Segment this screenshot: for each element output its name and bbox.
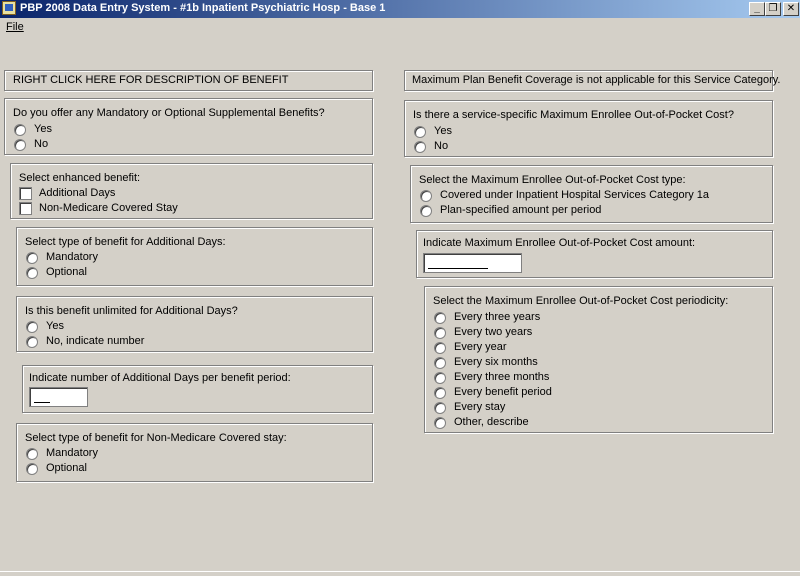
checkbox-icon (19, 187, 32, 200)
option-label: No (434, 140, 449, 152)
option-label: Every benefit period (454, 386, 552, 398)
input-underline (428, 268, 488, 269)
radio-icon (434, 327, 446, 339)
oop-type-question: Select the Maximum Enrollee Out-of-Pocke… (419, 174, 686, 186)
oop-periodicity-question: Select the Maximum Enrollee Out-of-Pocke… (433, 295, 729, 307)
option-label: Every three months (454, 371, 550, 383)
additional-days-number-input[interactable] (29, 387, 88, 407)
radio-icon (26, 336, 38, 348)
unlimited-question: Is this benefit unlimited for Additional… (25, 305, 238, 317)
option-label: Every two years (454, 326, 533, 338)
additional-days-type-question: Select type of benefit for Additional Da… (25, 236, 226, 248)
option-label: No (34, 138, 49, 150)
oop-periodicity-group: Select the Maximum Enrollee Out-of-Pocke… (424, 286, 773, 433)
title-bar: PBP 2008 Data Entry System - #1b Inpatie… (0, 0, 800, 18)
radio-icon (26, 448, 38, 460)
option-label: Every year (454, 341, 507, 353)
radio-icon (414, 126, 426, 138)
option-label: Yes (434, 125, 452, 137)
menu-bar: File (0, 18, 800, 36)
option-label: Optional (46, 462, 87, 474)
radio-icon (434, 342, 446, 354)
radio-icon (434, 402, 446, 414)
input-underline (34, 402, 50, 403)
radio-icon (420, 205, 432, 217)
checkbox-icon (19, 202, 32, 215)
enhanced-question: Select enhanced benefit: (19, 172, 141, 184)
additional-days-type-group: Select type of benefit for Additional Da… (16, 227, 373, 286)
radio-icon (434, 372, 446, 384)
radio-icon (434, 387, 446, 399)
radio-icon (14, 139, 26, 151)
window-bottom-edge (0, 571, 800, 572)
option-label: Additional Days (39, 187, 116, 199)
radio-icon (434, 357, 446, 369)
additional-days-number-question: Indicate number of Additional Days per b… (29, 372, 291, 384)
option-label: Mandatory (46, 447, 98, 459)
supplemental-benefits-group: Do you offer any Mandatory or Optional S… (4, 98, 373, 155)
oop-amount-group: Indicate Maximum Enrollee Out-of-Pocket … (416, 230, 773, 278)
menu-file[interactable]: File (6, 21, 24, 33)
menu-file-label: File (6, 21, 24, 33)
radio-icon (434, 312, 446, 324)
oop-specific-group: Is there a service-specific Maximum Enro… (404, 100, 773, 157)
radio-icon (414, 141, 426, 153)
supplemental-question: Do you offer any Mandatory or Optional S… (13, 107, 325, 119)
oop-amount-input[interactable] (423, 253, 522, 273)
radio-icon (14, 124, 26, 136)
option-label: Other, describe (454, 416, 529, 428)
radio-icon (26, 321, 38, 333)
option-label: No, indicate number (46, 335, 145, 347)
option-label: Optional (46, 266, 87, 278)
radio-icon (26, 252, 38, 264)
option-label: Yes (34, 123, 52, 135)
option-label: Covered under Inpatient Hospital Service… (440, 189, 710, 201)
window-title: PBP 2008 Data Entry System - #1b Inpatie… (20, 2, 386, 14)
option-label: Mandatory (46, 251, 98, 263)
description-banner-label: RIGHT CLICK HERE FOR DESCRIPTION OF BENE… (13, 74, 289, 86)
radio-icon (420, 190, 432, 202)
radio-icon (434, 417, 446, 429)
oop-amount-question: Indicate Maximum Enrollee Out-of-Pocket … (423, 237, 696, 249)
minimize-button[interactable]: _ (749, 2, 765, 16)
option-label: Every three years (454, 311, 541, 323)
max-plan-note-text: Maximum Plan Benefit Coverage is not app… (412, 74, 781, 86)
option-label: Yes (46, 320, 64, 332)
option-label: Every stay (454, 401, 506, 413)
radio-icon (26, 267, 38, 279)
radio-icon (26, 463, 38, 475)
option-label: Non-Medicare Covered Stay (39, 202, 178, 214)
oop-specific-question: Is there a service-specific Maximum Enro… (413, 109, 734, 121)
oop-type-group: Select the Maximum Enrollee Out-of-Pocke… (410, 165, 773, 223)
enhanced-benefit-group: Select enhanced benefit: Additional Days… (10, 163, 373, 219)
close-button[interactable]: ✕ (783, 2, 799, 16)
additional-days-number-group: Indicate number of Additional Days per b… (22, 365, 373, 413)
form-icon (2, 1, 16, 15)
restore-button[interactable]: ❐ (765, 2, 781, 16)
option-label: Every six months (454, 356, 538, 368)
unlimited-days-group: Is this benefit unlimited for Additional… (16, 296, 373, 352)
non-medicare-type-question: Select type of benefit for Non-Medicare … (25, 432, 287, 444)
max-plan-note: Maximum Plan Benefit Coverage is not app… (404, 70, 780, 91)
non-medicare-type-group: Select type of benefit for Non-Medicare … (16, 423, 373, 482)
option-label: Plan-specified amount per period (440, 204, 602, 216)
description-banner[interactable]: RIGHT CLICK HERE FOR DESCRIPTION OF BENE… (4, 70, 373, 91)
